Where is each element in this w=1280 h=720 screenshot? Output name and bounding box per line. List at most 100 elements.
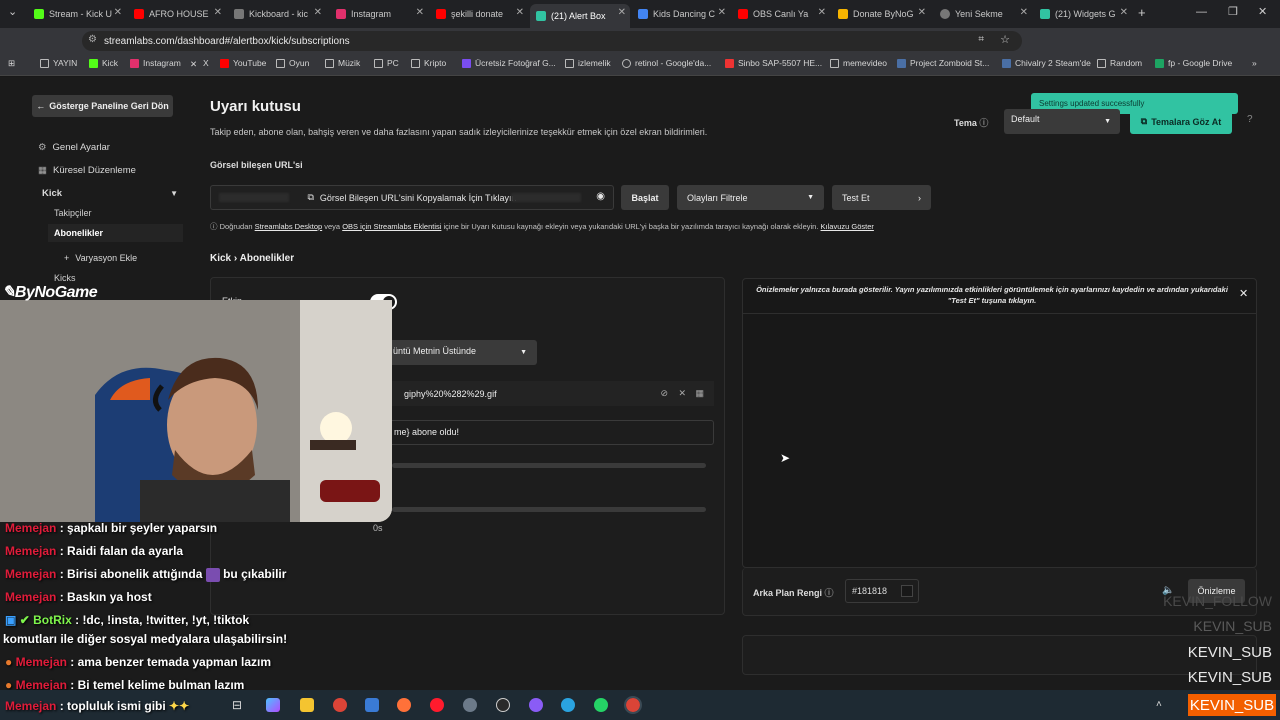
tab-kick-stream[interactable]: Stream - Kick U ✕ (28, 4, 126, 24)
close-icon[interactable]: ✕ (918, 7, 926, 18)
bookmark-star-icon[interactable]: ☆ (1000, 33, 1010, 46)
window-close-icon[interactable]: ✕ (1258, 5, 1267, 18)
bookmark-muzik[interactable]: Müzik (325, 58, 360, 68)
filter-events-dropdown[interactable]: Olayları Filtrele ▼ (677, 185, 824, 210)
tab-obs[interactable]: OBS Canlı Ya ✕ (732, 4, 830, 24)
tray-chevron-icon[interactable]: ˄ (1156, 699, 1162, 710)
duration-slider[interactable] (392, 507, 706, 512)
close-icon[interactable]: ✕ (1120, 7, 1128, 18)
tab-sekilli-donate[interactable]: şekilli donate ✕ (430, 4, 528, 24)
bg-color-input[interactable]: #181818 (845, 579, 919, 603)
sidebar-item-global[interactable]: ▦ Küresel Düzenleme (38, 165, 136, 176)
site-info-icon[interactable]: ⚙ (88, 34, 97, 45)
apps-grid-icon[interactable]: ⊞ (8, 58, 15, 69)
bookmark-fp-drive[interactable]: fp - Google Drive (1155, 58, 1232, 68)
bookmark-project-zomboid[interactable]: Project Zomboid St... (897, 58, 989, 68)
tab-widgets[interactable]: (21) Widgets G ✕ (1034, 4, 1132, 24)
bookmark-sinbo[interactable]: Sinbo SAP-5507 HE... (725, 58, 822, 68)
chrome-icon[interactable] (333, 698, 347, 712)
eye-icon[interactable]: ◉ (596, 191, 605, 202)
sidebar-item-subscribers[interactable]: Abonelikler (54, 228, 103, 238)
link-icon[interactable]: ⊘ (660, 388, 668, 399)
bookmark-kripto[interactable]: Kripto (411, 58, 446, 68)
close-icon[interactable]: ✕ (114, 7, 122, 18)
help-icon[interactable]: ? (1247, 114, 1253, 125)
back-to-dashboard-button[interactable]: ← Gösterge Paneline Geri Dön (32, 95, 173, 117)
close-icon[interactable]: ✕ (516, 7, 524, 18)
sidebar-item-general[interactable]: ⚙ Genel Ayarlar (38, 142, 110, 153)
url-field[interactable]: ⚙ streamlabs.com/dashboard#/alertbox/kic… (82, 31, 1022, 51)
close-icon[interactable]: ✕ (314, 7, 322, 18)
bookmark-youtube[interactable]: YouTube (220, 58, 266, 68)
test-button[interactable]: Test Et › (832, 185, 931, 210)
bookmark-random[interactable]: Random (1097, 58, 1142, 68)
color-swatch[interactable] (901, 585, 913, 597)
close-icon[interactable]: ✕ (678, 388, 686, 399)
instagram-icon (336, 9, 346, 19)
opera-icon[interactable] (430, 698, 444, 712)
tab-instagram[interactable]: Instagram ✕ (330, 4, 428, 24)
link-obs-plugin[interactable]: OBS için Streamlabs Eklentisi (342, 222, 441, 231)
file-explorer-icon[interactable] (300, 698, 314, 712)
bookmark-chivalry[interactable]: Chivalry 2 Steam'de (1002, 58, 1091, 68)
bookmark-yayin[interactable]: YAYIN (40, 58, 77, 68)
add-variation-button[interactable]: + Varyasyon Ekle (64, 253, 137, 263)
bookmark-izlemelik[interactable]: izlemelik (565, 58, 611, 68)
link-show-guide[interactable]: Kılavuzu Göster (821, 222, 874, 231)
whatsapp-icon[interactable] (594, 698, 608, 712)
obs-icon[interactable] (496, 698, 510, 712)
tab-kids-dancing[interactable]: Kids Dancing C ✕ (632, 4, 730, 24)
close-icon[interactable]: ✕ (416, 7, 424, 18)
close-icon[interactable]: ✕ (718, 7, 726, 18)
restore-icon[interactable]: ❐ (1228, 5, 1238, 18)
tab-donate[interactable]: Donate ByNoG ✕ (832, 4, 930, 24)
sidebar-item-followers[interactable]: Takipçiler (54, 208, 92, 218)
tab-afro-house[interactable]: AFRO HOUSE ✕ (128, 4, 226, 24)
chat-message: Memejan : Birisi abonelik attığında bu ç… (5, 567, 287, 582)
close-icon[interactable]: ✕ (214, 7, 222, 18)
copilot-icon[interactable] (266, 698, 280, 712)
launch-button[interactable]: Başlat (621, 185, 669, 210)
minimize-icon[interactable]: — (1196, 6, 1207, 18)
chrome-active-icon[interactable] (624, 696, 642, 714)
bookmark-instagram[interactable]: Instagram (130, 58, 181, 68)
task-view-icon[interactable]: ⊟ (232, 698, 246, 712)
browse-themes-button[interactable]: ⧉ Temalara Göz At (1130, 109, 1232, 134)
tab-alert-box[interactable]: (21) Alert Box ✕ (530, 4, 630, 28)
theme-select[interactable]: Default ▼ (1004, 109, 1120, 134)
bookmark-x[interactable]: ✕ X (190, 58, 209, 69)
message-template-input[interactable]: me} abone oldu! (385, 420, 714, 445)
caret-down-icon: ▼ (170, 189, 178, 198)
bookmark-pc[interactable]: PC (374, 58, 399, 68)
emote-icon (205, 567, 220, 582)
bookmark-memevideo[interactable]: memevideo (830, 58, 887, 68)
close-icon[interactable]: ✕ (1239, 287, 1248, 300)
mail-icon[interactable] (365, 698, 379, 712)
more-bookmarks-icon[interactable]: » (1252, 58, 1257, 68)
tab-new-tab[interactable]: Yeni Sekme ✕ (934, 4, 1032, 24)
app-icon[interactable] (529, 698, 543, 712)
tab-kickboard[interactable]: Kickboard - kic ✕ (228, 4, 326, 24)
close-icon[interactable]: ✕ (618, 7, 626, 18)
blurred-url (511, 193, 581, 202)
firefox-icon[interactable] (397, 698, 411, 712)
close-icon[interactable]: ✕ (1020, 7, 1028, 18)
bookmark-kick[interactable]: Kick (89, 58, 118, 68)
volume-slider[interactable] (392, 463, 706, 468)
gallery-icon[interactable]: ▦ (695, 388, 704, 399)
telegram-icon[interactable] (561, 698, 575, 712)
layout-dropdown[interactable]: üntü Metnin Üstünde ▼ (385, 340, 537, 365)
widget-url-copy-field[interactable]: ⧉ Görsel Bileşen URL'sini Kopyalamak İçi… (210, 185, 614, 210)
bookmarks-bar: ⊞ YAYIN Kick Instagram ✕ X YouTube Oyun M… (0, 54, 1280, 76)
image-file-row[interactable]: giphy%20%282%29.gif ⊘ ✕ ▦ (392, 381, 714, 406)
bookmark-ucretsiz-foto[interactable]: Ücretsiz Fotoğraf G... (462, 58, 556, 68)
translate-icon[interactable]: ⌗ (978, 34, 984, 45)
link-streamlabs-desktop[interactable]: Streamlabs Desktop (255, 222, 323, 231)
bookmark-retinol[interactable]: retinol - Google'da... (622, 58, 711, 68)
sidebar-group-kick[interactable]: Kick ▼ (42, 188, 182, 199)
bookmark-oyun[interactable]: Oyun (276, 58, 309, 68)
tab-search-icon[interactable]: ⌄ (8, 5, 17, 18)
close-icon[interactable]: ✕ (818, 7, 826, 18)
new-tab-icon[interactable]: + (1138, 5, 1146, 20)
app-icon[interactable] (463, 698, 477, 712)
